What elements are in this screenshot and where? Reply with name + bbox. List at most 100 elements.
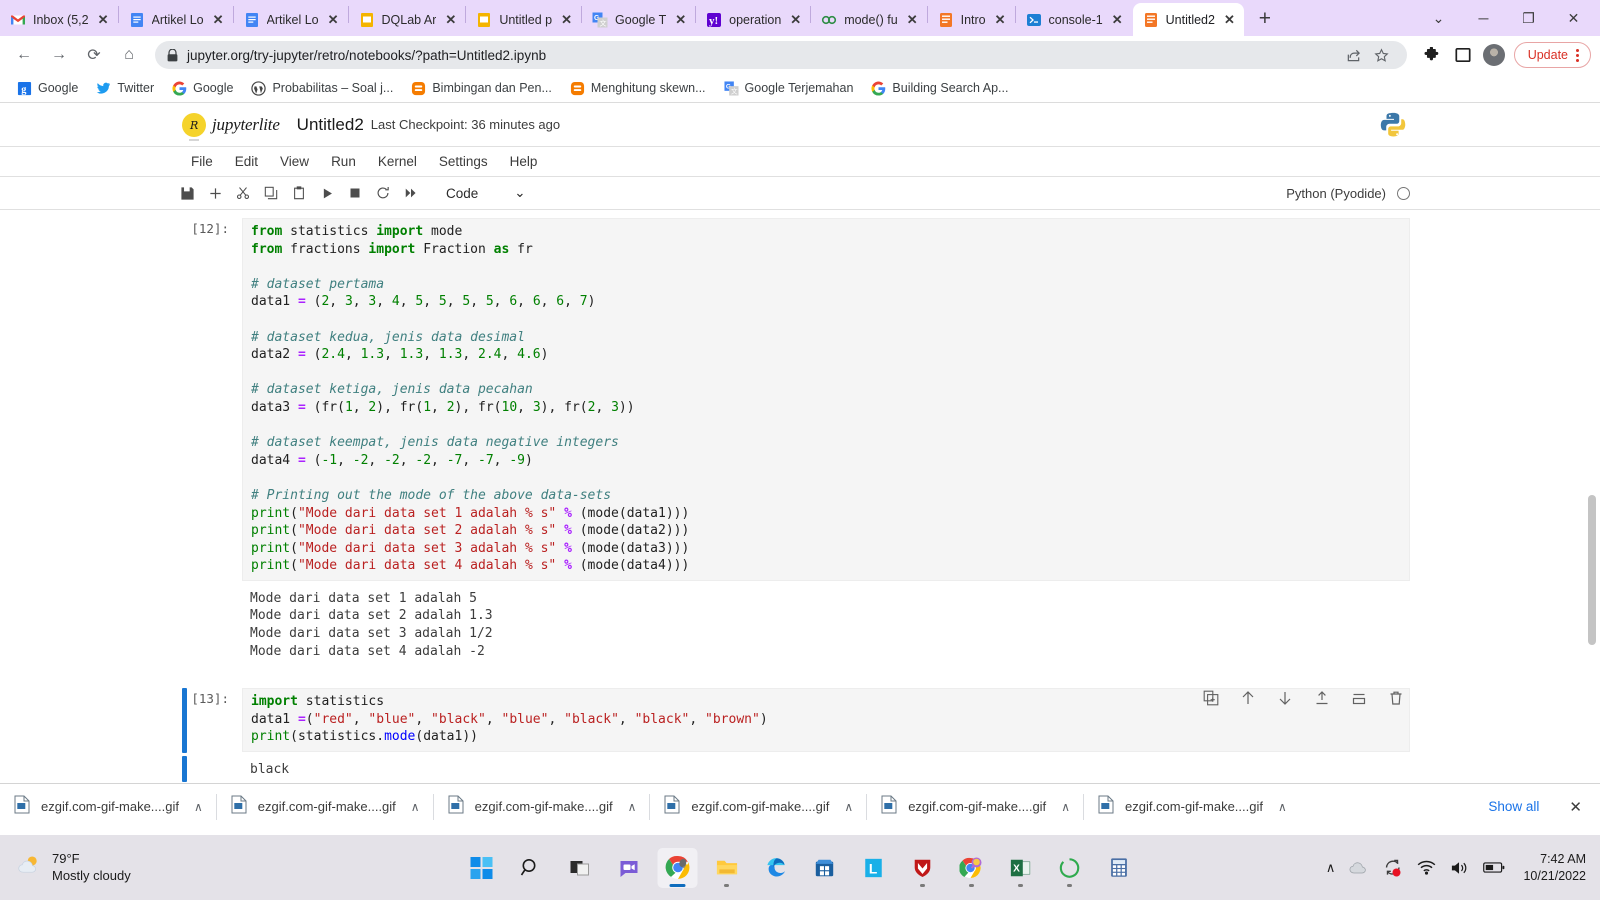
mcafee-shield-button[interactable] (903, 848, 943, 888)
cell-type-select[interactable]: Code ⌄ (440, 181, 532, 205)
download-item[interactable]: ezgif.com-gif-make....gif ∧ (14, 795, 216, 819)
download-item[interactable]: ezgif.com-gif-make....gif ∧ (664, 795, 866, 819)
download-item[interactable]: ezgif.com-gif-make....gif ∧ (448, 795, 650, 819)
move-cell-up-icon[interactable] (1239, 689, 1256, 706)
browser-tab[interactable]: console-1 ✕ (1016, 3, 1132, 36)
tab-close-button[interactable]: ✕ (96, 11, 111, 28)
tab-close-button[interactable]: ✕ (211, 11, 226, 28)
clock-widget[interactable]: 7:42 AM 10/21/2022 (1519, 851, 1586, 884)
new-tab-button[interactable]: + (1250, 4, 1280, 34)
tab-close-button[interactable]: ✕ (326, 11, 341, 28)
menu-file[interactable]: File (182, 151, 222, 172)
show-all-downloads-button[interactable]: Show all (1476, 794, 1551, 819)
notebook-cell[interactable]: [12]: from statistics import mode from fr… (182, 210, 1410, 581)
jupyterlite-logo[interactable]: R jupyterlite (182, 112, 280, 141)
tab-close-button[interactable]: ✕ (1222, 11, 1237, 28)
address-bar[interactable]: jupyter.org/try-jupyter/retro/notebooks/… (155, 41, 1407, 69)
browser-tab[interactable]: Inbox (5,2 ✕ (0, 3, 118, 36)
chrome-search-button[interactable] (952, 848, 992, 888)
back-button[interactable]: ← (9, 40, 39, 70)
menu-run[interactable]: Run (322, 151, 365, 172)
download-menu-caret-icon[interactable]: ∧ (1278, 800, 1287, 814)
task-view-button[interactable] (560, 848, 600, 888)
stop-button[interactable] (342, 180, 368, 206)
microsoft-store-button[interactable] (805, 848, 845, 888)
maximize-button[interactable]: ❐ (1506, 2, 1551, 34)
browser-tab[interactable]: DQLab Ar ✕ (349, 3, 466, 36)
restart-run-all-button[interactable] (398, 180, 424, 206)
sync-alert-icon[interactable] (1383, 859, 1403, 877)
download-item[interactable]: ezgif.com-gif-make....gif ∧ (231, 795, 433, 819)
show-hidden-icons-button[interactable]: ∧ (1326, 860, 1336, 876)
battery-icon[interactable] (1483, 861, 1505, 874)
download-menu-caret-icon[interactable]: ∧ (411, 800, 420, 814)
browser-tab[interactable]: Artikel Lo ✕ (119, 3, 233, 36)
edge-button[interactable] (756, 848, 796, 888)
update-button[interactable]: Update (1513, 42, 1591, 68)
scrollbar-thumb[interactable] (1588, 495, 1596, 645)
forward-button[interactable]: → (44, 40, 74, 70)
share-icon[interactable] (1341, 42, 1367, 68)
browser-tab[interactable]: mode() fu ✕ (811, 3, 926, 36)
close-window-button[interactable]: ✕ (1551, 2, 1596, 34)
chat-button[interactable] (609, 848, 649, 888)
tab-close-button[interactable]: ✕ (443, 11, 458, 28)
tab-close-button[interactable]: ✕ (993, 11, 1008, 28)
bookmark-star-icon[interactable] (1369, 42, 1395, 68)
download-menu-caret-icon[interactable]: ∧ (1061, 800, 1070, 814)
menu-view[interactable]: View (271, 151, 318, 172)
kernel-idle-icon[interactable] (1397, 186, 1410, 200)
search-button[interactable] (511, 848, 551, 888)
loading-spinner-button[interactable] (1050, 848, 1090, 888)
home-button[interactable]: ⌂ (114, 40, 144, 70)
insert-cell-button[interactable] (202, 180, 228, 206)
save-button[interactable] (174, 180, 200, 206)
menu-help[interactable]: Help (501, 151, 547, 172)
notebook-scrollbar[interactable] (1585, 210, 1599, 806)
bookmark-item[interactable]: Google (165, 79, 240, 98)
move-cell-down-icon[interactable] (1276, 689, 1293, 706)
wifi-icon[interactable] (1417, 860, 1436, 875)
bookmark-item[interactable]: g Google (10, 79, 85, 98)
file-explorer-button[interactable] (707, 848, 747, 888)
run-button[interactable] (314, 180, 340, 206)
page-title[interactable]: Untitled2 (297, 115, 364, 135)
paste-button[interactable] (286, 180, 312, 206)
app-l-button[interactable]: L (854, 848, 894, 888)
tab-close-button[interactable]: ✕ (905, 11, 920, 28)
insert-cell-below-icon[interactable] (1350, 689, 1367, 706)
notebook-cell[interactable]: [13]: import statistics data1 =("red", "b… (182, 680, 1410, 754)
tab-close-button[interactable]: ✕ (559, 11, 574, 28)
close-shelf-button[interactable]: ✕ (1569, 798, 1582, 816)
bookmark-item[interactable]: Probabilitas – Soal j... (244, 79, 400, 98)
minimize-button[interactable]: ─ (1461, 2, 1506, 34)
menu-edit[interactable]: Edit (226, 151, 267, 172)
download-menu-caret-icon[interactable]: ∧ (194, 800, 203, 814)
side-panel-icon[interactable] (1449, 41, 1477, 69)
copy-button[interactable] (258, 180, 284, 206)
bookmark-item[interactable]: G 文 Google Terjemahan (717, 79, 861, 98)
download-item[interactable]: ezgif.com-gif-make....gif ∧ (881, 795, 1083, 819)
browser-tab[interactable]: Artikel Lo ✕ (234, 3, 348, 36)
browser-tab[interactable]: G 文 Google T ✕ (582, 3, 695, 36)
menu-settings[interactable]: Settings (430, 151, 497, 172)
excel-button[interactable]: X (1001, 848, 1041, 888)
browser-tab[interactable]: Intro ✕ (928, 3, 1015, 36)
extensions-icon[interactable] (1418, 41, 1446, 69)
download-menu-caret-icon[interactable]: ∧ (844, 800, 853, 814)
bookmark-item[interactable]: Twitter (89, 79, 161, 98)
chrome-menu-icon[interactable] (1576, 48, 1579, 62)
bookmark-item[interactable]: Building Search Ap... (864, 79, 1015, 98)
restart-kernel-button[interactable] (370, 180, 396, 206)
weather-widget[interactable]: 79°F Mostly cloudy (0, 851, 131, 884)
reload-button[interactable]: ⟳ (79, 40, 109, 70)
cloud-icon[interactable] (1349, 860, 1369, 875)
browser-tab-active[interactable]: Untitled2 ✕ (1132, 3, 1244, 36)
tab-close-button[interactable]: ✕ (788, 11, 803, 28)
duplicate-cell-icon[interactable] (1202, 689, 1219, 706)
chrome-button[interactable] (657, 847, 698, 888)
bookmark-item[interactable]: Bimbingan dan Pen... (404, 79, 559, 98)
profile-avatar[interactable] (1482, 44, 1505, 66)
bookmark-item[interactable]: Menghitung skewn... (563, 79, 713, 98)
insert-cell-above-icon[interactable] (1313, 689, 1330, 706)
